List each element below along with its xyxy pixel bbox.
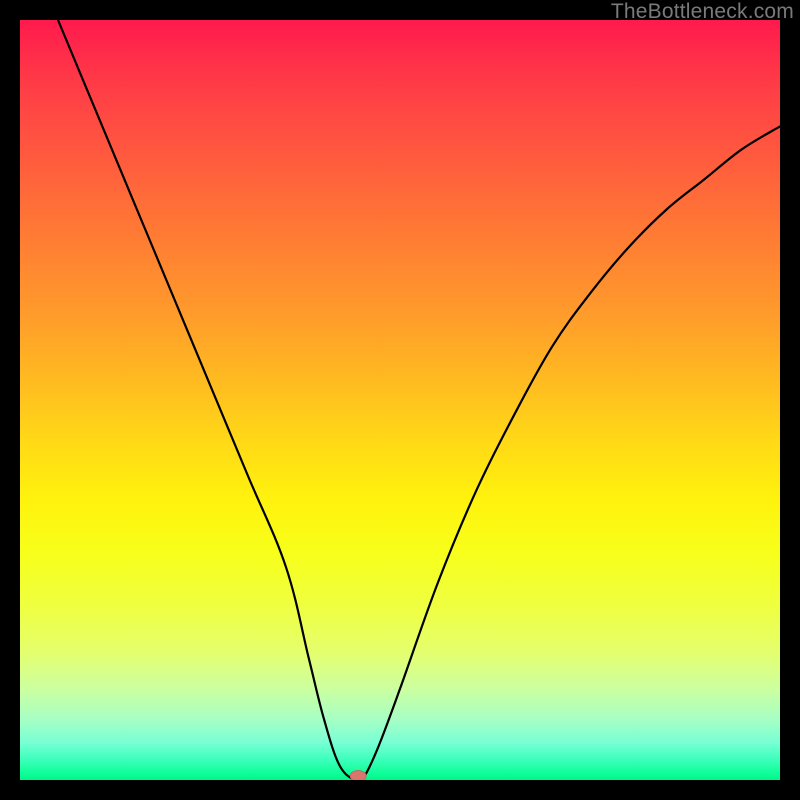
chart-container: TheBottleneck.com: [0, 0, 800, 800]
bottleneck-curve: [58, 20, 780, 780]
plot-area: [20, 20, 780, 780]
optimal-point-marker: [350, 771, 366, 781]
curve-layer: [20, 20, 780, 780]
